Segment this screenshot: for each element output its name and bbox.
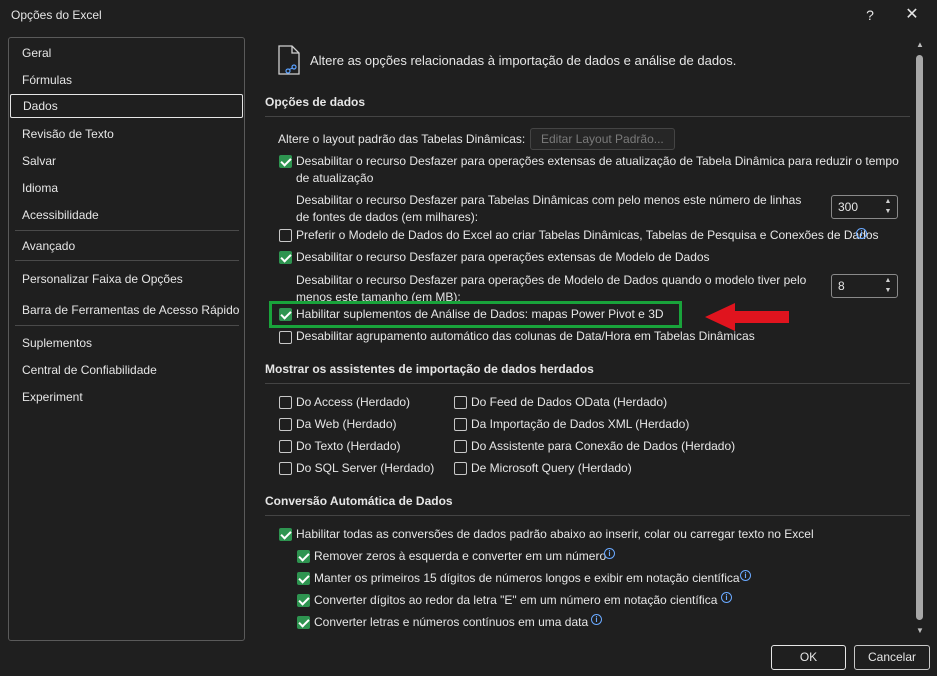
scroll-down-icon[interactable]: ▼: [914, 625, 926, 637]
scrollbar-thumb[interactable]: [916, 55, 923, 620]
info-icon[interactable]: i: [604, 548, 615, 559]
sidebar-item-central-confiabilidade[interactable]: Central de Confiabilidade: [9, 358, 244, 382]
section-divider: [265, 116, 910, 117]
convert-dates-checkbox[interactable]: [297, 616, 310, 629]
sidebar-item-formulas[interactable]: Fórmulas: [9, 68, 244, 92]
prefer-data-model-checkbox[interactable]: [279, 229, 292, 242]
cancel-button[interactable]: Cancelar: [854, 645, 930, 670]
legacy-odata-checkbox[interactable]: [454, 396, 467, 409]
keep-15-digits-checkbox[interactable]: [297, 572, 310, 585]
disable-undo-data-model-checkbox[interactable]: [279, 251, 292, 264]
vertical-scrollbar[interactable]: ▲ ▼: [913, 37, 927, 641]
disable-undo-refresh-checkbox[interactable]: [279, 155, 292, 168]
sidebar-item-geral[interactable]: Geral: [9, 41, 244, 65]
close-button[interactable]: ✕: [900, 4, 924, 26]
sidebar-item-experiment[interactable]: Experiment: [9, 385, 244, 409]
section-heading-auto-conversion: Conversão Automática de Dados: [265, 494, 453, 508]
legacy-text-label: Do Texto (Herdado): [296, 439, 401, 453]
legacy-access-label: Do Access (Herdado): [296, 395, 411, 409]
disable-date-grouping-checkbox[interactable]: [279, 331, 292, 344]
legacy-xml-label: Da Importação de Dados XML (Herdado): [471, 417, 690, 431]
intro-text: Altere as opções relacionadas à importaç…: [310, 53, 737, 68]
disable-undo-refresh-label: Desabilitar o recurso Desfazer para oper…: [296, 154, 899, 185]
help-button[interactable]: ?: [858, 4, 882, 26]
sidebar-item-personalizar-faixa[interactable]: Personalizar Faixa de Opções: [9, 267, 244, 291]
legacy-sql-server-checkbox[interactable]: [279, 462, 292, 475]
legacy-ms-query-checkbox[interactable]: [454, 462, 467, 475]
keep-15-digits-label: Manter os primeiros 15 dígitos de número…: [314, 571, 740, 585]
enable-all-conversions-label: Habilitar todas as conversões de dados p…: [296, 527, 814, 541]
info-icon[interactable]: i: [740, 570, 751, 581]
legacy-ms-query-label: De Microsoft Query (Herdado): [471, 461, 632, 475]
sidebar-item-dados[interactable]: Dados: [10, 94, 243, 118]
sidebar-divider: [15, 260, 239, 261]
convert-dates-label: Converter letras e números contínuos em …: [314, 615, 589, 629]
ok-button[interactable]: OK: [771, 645, 846, 670]
legacy-xml-checkbox[interactable]: [454, 418, 467, 431]
sidebar-item-salvar[interactable]: Salvar: [9, 149, 244, 173]
section-divider: [265, 515, 910, 516]
disable-undo-data-model-label: Desabilitar o recurso Desfazer para oper…: [296, 250, 710, 264]
enable-all-conversions-checkbox[interactable]: [279, 528, 292, 541]
spinner-arrows-icon[interactable]: ▲ ▼: [883, 276, 893, 296]
category-sidebar: Geral Fórmulas Dados Revisão de Texto Sa…: [8, 37, 245, 641]
legacy-text-checkbox[interactable]: [279, 440, 292, 453]
legacy-odata-label: Do Feed de Dados OData (Herdado): [471, 395, 668, 409]
prefer-data-model-label: Preferir o Modelo de Dados do Excel ao c…: [296, 228, 879, 242]
spinner-arrows-icon[interactable]: ▲ ▼: [883, 197, 893, 217]
convert-e-digits-checkbox[interactable]: [297, 594, 310, 607]
remove-leading-zeros-label: Remover zeros à esquerda e converter em …: [314, 549, 607, 563]
remove-leading-zeros-checkbox[interactable]: [297, 550, 310, 563]
sidebar-item-avancado[interactable]: Avançado: [9, 234, 244, 258]
legacy-sql-server-label: Do SQL Server (Herdado): [296, 461, 435, 475]
title-bar: Opções do Excel ? ✕: [0, 0, 937, 30]
sidebar-item-revisao[interactable]: Revisão de Texto: [9, 122, 244, 146]
rows-threshold-spinner[interactable]: 300 ▲ ▼: [831, 195, 898, 219]
legacy-connection-wizard-label: Do Assistente para Conexão de Dados (Her…: [471, 439, 736, 453]
rows-threshold-value: 300: [838, 200, 859, 214]
sidebar-item-acessibilidade[interactable]: Acessibilidade: [9, 203, 244, 227]
sidebar-item-barra-acesso-rapido[interactable]: Barra de Ferramentas de Acesso Rápido: [9, 298, 244, 322]
legacy-connection-wizard-checkbox[interactable]: [454, 440, 467, 453]
section-divider: [265, 383, 910, 384]
size-threshold-spinner[interactable]: 8 ▲ ▼: [831, 274, 898, 298]
pivot-layout-label: Altere o layout padrão das Tabelas Dinâm…: [278, 132, 526, 146]
options-panel: Altere as opções relacionadas à importaç…: [255, 37, 912, 641]
legacy-access-checkbox[interactable]: [279, 396, 292, 409]
size-threshold-value: 8: [838, 279, 845, 293]
red-arrow-icon: [705, 303, 789, 331]
legacy-web-checkbox[interactable]: [279, 418, 292, 431]
info-icon[interactable]: i: [591, 614, 602, 625]
sidebar-item-idioma[interactable]: Idioma: [9, 176, 244, 200]
section-heading-legacy-wizards: Mostrar os assistentes de importação de …: [265, 362, 594, 376]
edit-default-layout-button[interactable]: Editar Layout Padrão...: [530, 128, 675, 150]
info-icon[interactable]: i: [856, 228, 867, 239]
disable-date-grouping-label: Desabilitar agrupamento automático das c…: [296, 329, 755, 343]
sidebar-item-suplementos[interactable]: Suplementos: [9, 331, 244, 355]
section-heading-opcoes-dados: Opções de dados: [265, 95, 366, 109]
highlight-box: [269, 301, 682, 328]
window-title: Opções do Excel: [11, 8, 102, 22]
sidebar-divider: [15, 230, 239, 231]
sidebar-divider: [15, 325, 239, 326]
scroll-up-icon[interactable]: ▲: [914, 39, 926, 51]
document-data-icon: [278, 45, 300, 75]
info-icon[interactable]: i: [721, 592, 732, 603]
legacy-web-label: Da Web (Herdado): [296, 417, 397, 431]
disable-undo-rows-label: Desabilitar o recurso Desfazer para Tabe…: [296, 193, 802, 224]
convert-e-digits-label: Converter dígitos ao redor da letra "E" …: [314, 593, 718, 607]
